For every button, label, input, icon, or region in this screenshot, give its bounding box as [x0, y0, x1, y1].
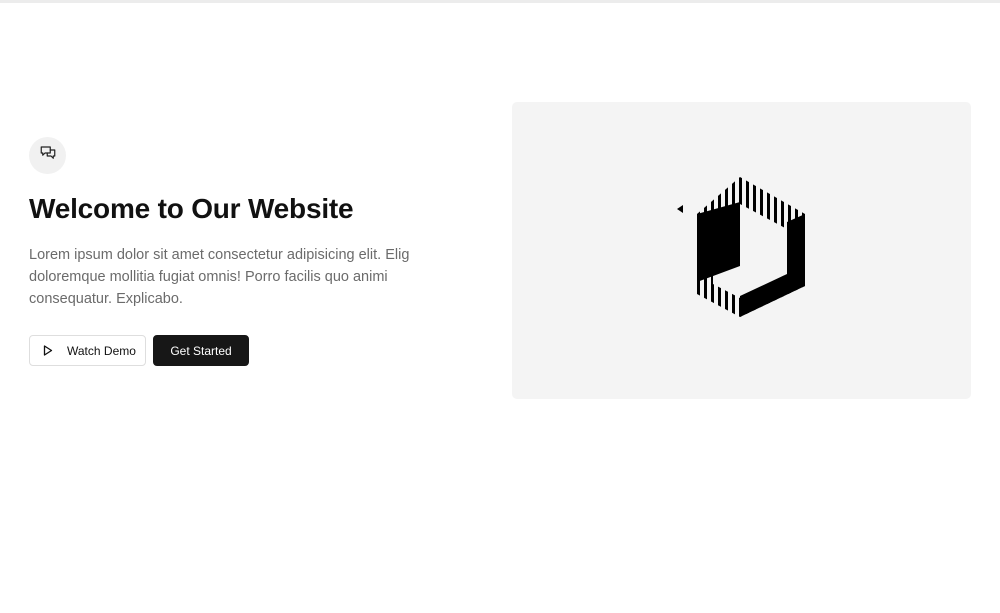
play-icon [43, 345, 53, 356]
hero-actions: Watch Demo Get Started [29, 335, 469, 366]
chat-bubbles-icon [39, 144, 57, 167]
hero-description: Lorem ipsum dolor sit amet consectetur a… [29, 247, 410, 307]
striped-hexagon-logo [677, 174, 807, 324]
watch-demo-label: Watch Demo [67, 343, 136, 358]
page-title: Welcome to Our Website [29, 193, 354, 224]
hero-media-panel [512, 102, 971, 399]
hero-section: Welcome to Our Website Lorem ipsum dolor… [0, 0, 1000, 613]
get-started-button[interactable]: Get Started [153, 335, 249, 366]
hero-badge [29, 137, 66, 174]
watch-demo-button[interactable]: Watch Demo [29, 335, 146, 366]
hero-content: Welcome to Our Website Lorem ipsum dolor… [29, 137, 469, 366]
get-started-label: Get Started [170, 343, 232, 358]
